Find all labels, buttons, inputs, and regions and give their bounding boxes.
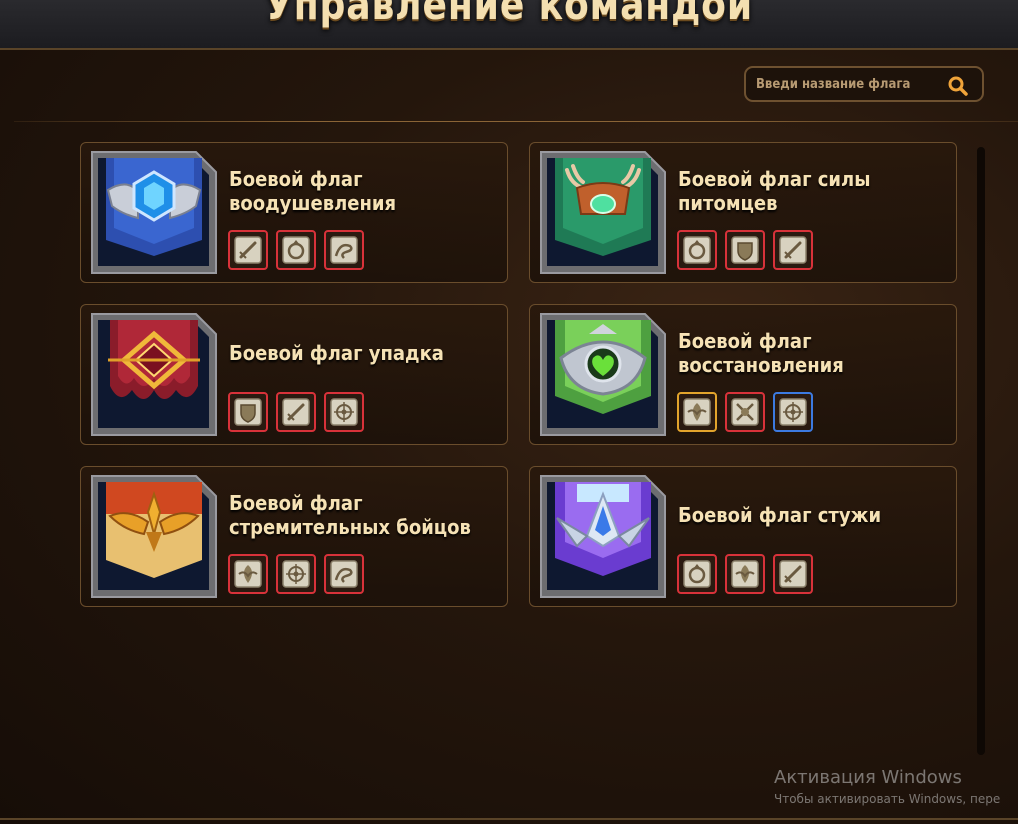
windows-activation-subtitle: Чтобы активировать Windows, пере (774, 792, 1001, 806)
flag-title: Боевой флаг восстановления (678, 329, 948, 377)
leaf-scroll-icon (683, 398, 711, 426)
skill-slot[interactable] (276, 392, 316, 432)
search-icon[interactable] (948, 76, 968, 96)
skill-slot[interactable] (725, 230, 765, 270)
scrollbar[interactable] (977, 147, 985, 755)
swirl-arrow-scroll-icon (683, 560, 711, 588)
skill-slot[interactable] (677, 392, 717, 432)
flag-title-line: Боевой флаг (678, 329, 812, 353)
wind-scroll-icon (330, 236, 358, 264)
flag-card-pet-power[interactable]: Боевой флаг силы питомцев (529, 142, 957, 283)
flag-card-decay[interactable]: Боевой флаг упадка (80, 304, 508, 445)
search-input[interactable] (756, 74, 946, 94)
flag-title: Боевой флаг воодушевления (229, 167, 499, 215)
cross-arrows-scroll-icon (731, 398, 759, 426)
leaf-scroll-icon (731, 560, 759, 588)
skill-slot[interactable] (324, 554, 364, 594)
flag-card-frost[interactable]: Боевой флаг стужи (529, 466, 957, 607)
sword-scroll-icon (234, 236, 262, 264)
skill-slot[interactable] (773, 554, 813, 594)
crimson-gold-diamond-emblem (91, 313, 217, 436)
target-scroll-icon (330, 398, 358, 426)
swirl-arrow-scroll-icon (282, 236, 310, 264)
skill-slot[interactable] (324, 230, 364, 270)
flag-card-inspiration[interactable]: Боевой флаг воодушевления (80, 142, 508, 283)
leaf-scroll-icon (234, 560, 262, 588)
flag-title-line: Боевой флаг стужи (678, 503, 882, 527)
flag-title-line: восстановления (678, 353, 844, 377)
wind-scroll-icon (330, 560, 358, 588)
skill-slot[interactable] (677, 230, 717, 270)
skill-slot[interactable] (228, 230, 268, 270)
purple-ice-emblem (540, 475, 666, 598)
header-bar: Управление командой (0, 0, 1018, 50)
blue-crystal-shield-emblem (91, 151, 217, 274)
flag-card-swift-fighters[interactable]: Боевой флаг стремительных бойцов (80, 466, 508, 607)
flag-title-line: питомцев (678, 191, 778, 215)
flag-title: Боевой флаг силы питомцев (678, 167, 948, 215)
shield-scroll-icon (234, 398, 262, 426)
page-title: Управление командой (264, 0, 753, 29)
shield-scroll-icon (731, 236, 759, 264)
flag-title-line: стремительных бойцов (229, 515, 471, 539)
green-heart-emblem (540, 313, 666, 436)
skill-slot[interactable] (228, 554, 268, 594)
sword-scroll-icon (779, 236, 807, 264)
target-scroll-icon (282, 560, 310, 588)
flag-title: Боевой флаг стремительных бойцов (229, 491, 499, 539)
gold-wings-emblem (91, 475, 217, 598)
sword-scroll-icon (282, 398, 310, 426)
flag-title-line: Боевой флаг (229, 491, 363, 515)
flag-title: Боевой флаг стужи (678, 503, 948, 527)
flag-title-line: Боевой флаг (229, 167, 363, 191)
skill-slot[interactable] (324, 392, 364, 432)
sword-scroll-icon (779, 560, 807, 588)
skill-slot[interactable] (276, 230, 316, 270)
windows-activation-title: Активация Windows (774, 767, 962, 788)
skill-slot[interactable] (276, 554, 316, 594)
skill-slot[interactable] (773, 230, 813, 270)
target-scroll-icon (779, 398, 807, 426)
header-divider (14, 121, 1018, 122)
flag-card-restoration[interactable]: Боевой флаг восстановления (529, 304, 957, 445)
bottom-border (0, 818, 1018, 820)
green-antler-emblem (540, 151, 666, 274)
search-box[interactable] (744, 66, 984, 102)
swirl-arrow-scroll-icon (683, 236, 711, 264)
skill-slot[interactable] (228, 392, 268, 432)
flag-title-line: Боевой флаг силы (678, 167, 871, 191)
flag-title-line: воодушевления (229, 191, 397, 215)
skill-slot[interactable] (677, 554, 717, 594)
flag-title-line: Боевой флаг упадка (229, 341, 444, 365)
skill-slot[interactable] (725, 554, 765, 594)
skill-slot[interactable] (725, 392, 765, 432)
flag-title: Боевой флаг упадка (229, 341, 499, 365)
skill-slot[interactable] (773, 392, 813, 432)
